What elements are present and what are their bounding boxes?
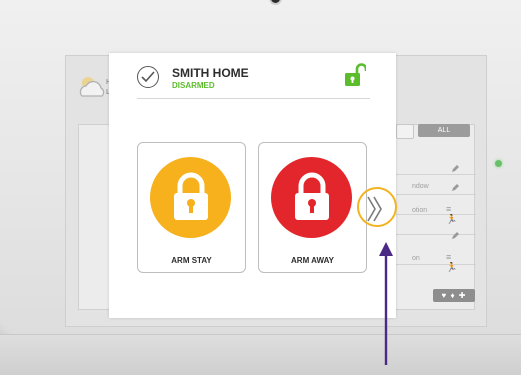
list-item[interactable]	[396, 154, 476, 175]
list-item[interactable]	[396, 194, 476, 215]
arm-stay-label: ARM STAY	[171, 256, 212, 265]
list-item[interactable]	[396, 214, 476, 235]
list-item[interactable]	[396, 244, 476, 265]
arm-away-label: ARM AWAY	[291, 256, 334, 265]
list-item-label: on	[412, 255, 420, 262]
highlight-ring	[357, 187, 397, 227]
arm-away-button[interactable]: ARM AWAY	[258, 142, 367, 273]
list-item-label: otion	[412, 207, 428, 214]
padlock-icon	[295, 172, 329, 220]
pointer-arrow-icon	[379, 242, 393, 365]
header-divider	[137, 98, 370, 99]
arm-stay-circle	[150, 157, 231, 238]
status-led	[495, 160, 502, 167]
device-bezel-bottom	[0, 334, 521, 375]
motion-icon: ≡🏃	[446, 252, 458, 272]
edit-icon[interactable]	[451, 183, 460, 192]
security-modal: SMITH HOME DISARMED ARM STAY ARM AWAY	[109, 53, 396, 318]
edit-icon[interactable]	[451, 231, 460, 240]
arm-away-circle	[271, 157, 352, 238]
unlocked-padlock-icon	[345, 63, 366, 86]
status-icons-bar[interactable]: ♥ ♦ ✚	[433, 289, 475, 302]
motion-icon: ≡🏃	[446, 204, 458, 224]
arm-stay-button[interactable]: ARM STAY	[137, 142, 246, 273]
home-name: SMITH HOME	[172, 66, 249, 80]
padlock-icon	[174, 172, 208, 220]
list-item[interactable]	[396, 174, 476, 195]
filter-tab[interactable]	[396, 124, 414, 139]
filter-tab-all[interactable]: ALL	[418, 124, 470, 137]
camera-icon	[271, 0, 280, 3]
list-item-label: ndow	[412, 183, 429, 190]
check-circle-icon	[137, 66, 159, 88]
edit-icon[interactable]	[451, 164, 460, 173]
weather-icon	[79, 77, 105, 97]
arm-status: DISARMED	[172, 81, 215, 90]
